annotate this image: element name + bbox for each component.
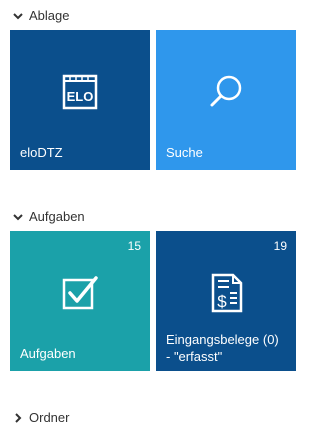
tile-label: eloDTZ	[20, 145, 63, 160]
tile-label: Aufgaben	[20, 346, 76, 361]
chevron-down-icon	[13, 12, 23, 19]
svg-text:$: $	[217, 292, 227, 311]
section-header-ablage[interactable]: Ablage	[12, 8, 69, 23]
tile-suche[interactable]: Suche	[156, 30, 296, 170]
section-header-ordner[interactable]: Ordner	[12, 410, 69, 425]
section-header-aufgaben[interactable]: Aufgaben	[12, 209, 85, 224]
tile-eingangsbelege[interactable]: 19 $ Eingangsbelege (0) - "erfasst"	[156, 231, 296, 371]
section-title: Aufgaben	[29, 209, 85, 224]
elo-logo-icon: ELO	[62, 74, 98, 110]
tile-label: Suche	[166, 145, 203, 160]
tile-elodtz[interactable]: ELO eloDTZ	[10, 30, 150, 170]
section-title: Ablage	[29, 8, 70, 23]
svg-text:ELO: ELO	[67, 89, 94, 104]
tile-label: Eingangsbelege (0) - "erfasst"	[166, 331, 288, 365]
task-count-badge: 19	[273, 239, 287, 253]
tile-label-line2: - "erfasst"	[166, 349, 223, 364]
checkbox-icon	[62, 276, 98, 310]
tile-aufgaben[interactable]: 15 Aufgaben	[10, 231, 150, 371]
task-count-badge: 15	[127, 239, 141, 253]
section-title: Ordner	[29, 410, 70, 425]
tile-label-line1: Eingangsbelege (0)	[166, 332, 279, 347]
chevron-right-icon	[15, 412, 22, 423]
chevron-down-icon	[13, 213, 23, 220]
invoice-dollar-icon: $	[211, 273, 243, 313]
search-icon	[210, 75, 242, 107]
